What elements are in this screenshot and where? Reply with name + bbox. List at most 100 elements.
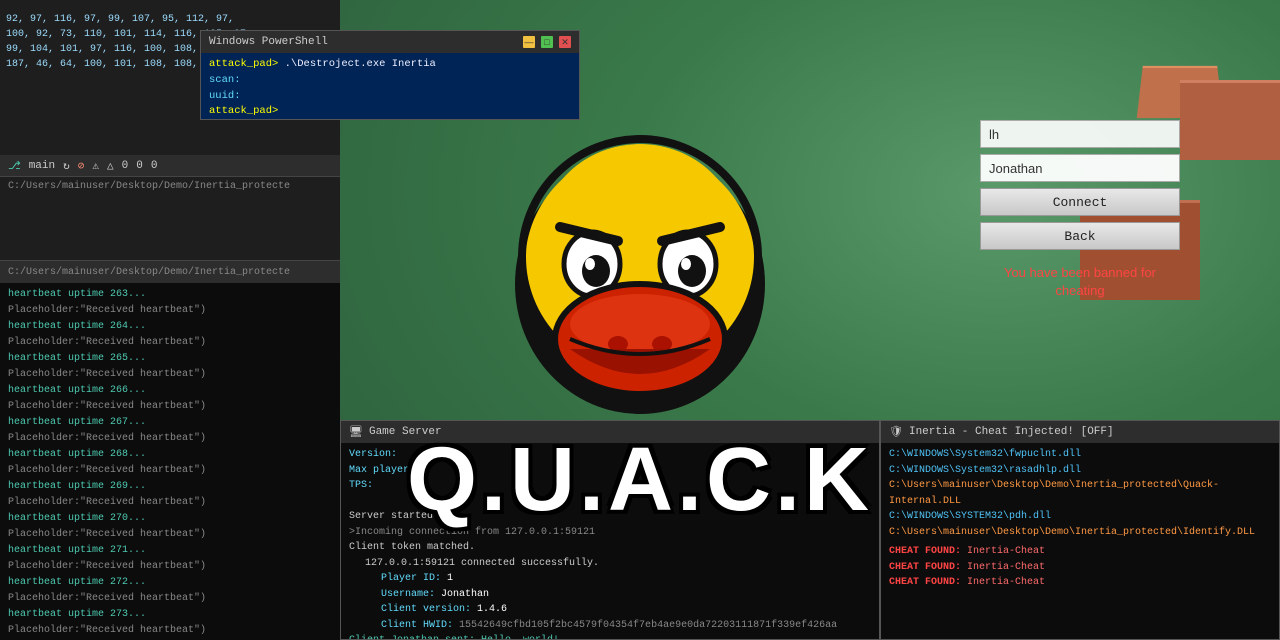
t-line-19: heartbeat uptime 272...	[8, 575, 332, 591]
terminal-header: C:/Users/mainuser/Desktop/Demo/Inertia_p…	[0, 261, 340, 283]
login-ui: Connect Back You have been banned forche…	[980, 120, 1180, 300]
t-line-5: heartbeat uptime 265...	[8, 351, 332, 367]
gs-token: Client token matched.	[349, 540, 871, 556]
t-line-21: heartbeat uptime 273...	[8, 607, 332, 623]
t-line-22: Placeholder:"Received heartbeat")	[8, 623, 332, 639]
ps-prompt-2: attack_pad>	[209, 105, 278, 117]
terminal-content: heartbeat uptime 263... Placeholder:"Rec…	[0, 283, 340, 640]
terminal-bottom-left: C:/Users/mainuser/Desktop/Demo/Inertia_p…	[0, 260, 340, 640]
refresh-icon[interactable]: ↻	[63, 159, 70, 173]
alert-count: △	[107, 159, 114, 173]
gs-hwid: Client HWID: 15542649cfbd105f2bc4579f043…	[349, 618, 871, 634]
gs-maxplayers-label: Max players:	[349, 465, 421, 476]
gs-username-value: Jonathan	[441, 589, 489, 600]
dll-line-1: C:\WINDOWS\System32\fwpuclnt.dll	[889, 447, 1271, 463]
cheat-found-2: CHEAT FOUND: Inertia-Cheat	[889, 560, 1271, 576]
connect-button[interactable]: Connect	[980, 188, 1180, 216]
game-server-terminal: 🖥 Game Server Version: Max players: TPS:…	[340, 420, 880, 640]
vscode-toolbar: ⎇ main ↻ ⊘ ⚠ △ 0 0 0	[0, 155, 340, 177]
cheat-titlebar: 🛡 Inertia - Cheat Injected! [OFF]	[881, 421, 1279, 443]
close-button[interactable]: ✕	[559, 36, 571, 48]
gs-username-label: Username:	[381, 589, 435, 600]
terminal-path: C:/Users/mainuser/Desktop/Demo/Inertia_p…	[8, 267, 290, 278]
zero-warnings: 0	[136, 160, 143, 172]
gs-version-label: Version:	[349, 449, 397, 460]
warning-count: ⚠	[92, 159, 99, 173]
ps-cmd-text: .\Destroject.exe Inertia	[285, 58, 436, 70]
minimize-button[interactable]: —	[523, 36, 535, 48]
ps-uuid-label: uuid:	[209, 90, 241, 102]
gs-title: Game Server	[369, 426, 442, 438]
t-line-20: Placeholder:"Received heartbeat")	[8, 591, 332, 607]
cheat-panel: 🛡 Inertia - Cheat Injected! [OFF] C:\WIN…	[880, 420, 1280, 640]
code-line-1: 92, 97, 116, 97, 99, 107, 95, 112, 97,	[6, 12, 334, 27]
gs-maxplayers: Max players:	[349, 463, 871, 479]
ps-line-4: attack_pad>	[209, 104, 571, 120]
ps-line-2: scan:	[209, 73, 571, 89]
ps-line-3: uuid:	[209, 89, 571, 105]
gs-tps: TPS:	[349, 478, 871, 494]
cheat-found-1: CHEAT FOUND: Inertia-Cheat	[889, 544, 1271, 560]
gs-client-sent: Client Jonathan sent: Hello, world!	[349, 633, 871, 640]
ps-scan-label: scan:	[209, 74, 241, 86]
ps-prompt-1: attack_pad>	[209, 58, 278, 70]
powershell-window: Windows PowerShell — □ ✕ attack_pad> .\D…	[200, 30, 580, 120]
dll-line-4: C:\WINDOWS\SYSTEM32\pdh.dll	[889, 509, 1271, 525]
dll-line-5: C:\Users\mainuser\Desktop\Demo\Inertia_p…	[889, 525, 1271, 541]
gs-hwid-label: Client HWID:	[381, 620, 453, 631]
branch-name: main	[29, 160, 55, 172]
gs-connected: 127.0.0.1:59121 connected successfully.	[349, 556, 871, 572]
powershell-title: Windows PowerShell	[209, 36, 328, 48]
file-path-bar: C:/Users/mainuser/Desktop/Demo/Inertia_p…	[0, 177, 340, 195]
gs-playerid-label: Player ID:	[381, 573, 441, 584]
gs-playerid: Player ID: 1	[349, 571, 871, 587]
server-address-field[interactable]	[980, 120, 1180, 148]
ps-line-1: attack_pad> .\Destroject.exe Inertia	[209, 57, 571, 73]
t-line-15: heartbeat uptime 270...	[8, 511, 332, 527]
gs-username: Username: Jonathan	[349, 587, 871, 603]
platform-2	[1180, 80, 1280, 160]
gs-incoming-text: >Incoming connection from 127.0.0.1:5912…	[349, 527, 595, 538]
t-line-2: Placeholder:"Received heartbeat")	[8, 303, 332, 319]
t-line-14: Placeholder:"Received heartbeat")	[8, 495, 332, 511]
gs-icon: 🖥	[349, 425, 363, 439]
t-line-10: Placeholder:"Received heartbeat")	[8, 431, 332, 447]
cheat-icon: 🛡	[889, 425, 903, 439]
error-count: ⊘	[78, 159, 85, 173]
t-line-7: heartbeat uptime 266...	[8, 383, 332, 399]
t-line-3: heartbeat uptime 264...	[8, 319, 332, 335]
t-line-8: Placeholder:"Received heartbeat")	[8, 399, 332, 415]
cheat-title: Inertia - Cheat Injected! [OFF]	[909, 426, 1114, 438]
username-field[interactable]	[980, 154, 1180, 182]
gs-content: Version: Max players: TPS: Server starte…	[341, 443, 879, 640]
gs-blank	[349, 494, 871, 510]
gs-clientver-label: Client version:	[381, 604, 471, 615]
gs-tps-label: TPS:	[349, 480, 373, 491]
t-line-1: heartbeat uptime 263...	[8, 287, 332, 303]
powershell-content: attack_pad> .\Destroject.exe Inertia sca…	[201, 53, 579, 120]
t-line-9: heartbeat uptime 267...	[8, 415, 332, 431]
gs-version: Version:	[349, 447, 871, 463]
branch-icon: ⎇	[8, 159, 21, 173]
gs-playerid-value: 1	[447, 573, 453, 584]
window-controls: — □ ✕	[523, 36, 571, 48]
zero-errors: 0	[122, 160, 129, 172]
dll-line-2: C:\WINDOWS\System32\rasadhlp.dll	[889, 463, 1271, 479]
gs-hwid-value: 15542649cfbd105f2bc4579f04354f7eb4ae9e0d…	[459, 620, 837, 631]
dll-line-3: C:\Users\mainuser\Desktop\Demo\Inertia_p…	[889, 478, 1271, 509]
gs-clientver: Client version: 1.4.6	[349, 602, 871, 618]
gs-titlebar: 🖥 Game Server	[341, 421, 879, 443]
gs-incoming: >Incoming connection from 127.0.0.1:5912…	[349, 525, 871, 541]
maximize-button[interactable]: □	[541, 36, 553, 48]
t-line-18: Placeholder:"Received heartbeat")	[8, 559, 332, 575]
cheat-found-3: CHEAT FOUND: Inertia-Cheat	[889, 575, 1271, 591]
t-line-4: Placeholder:"Received heartbeat")	[8, 335, 332, 351]
powershell-titlebar: Windows PowerShell — □ ✕	[201, 31, 579, 53]
t-line-13: heartbeat uptime 269...	[8, 479, 332, 495]
back-button[interactable]: Back	[980, 222, 1180, 250]
cheat-content: C:\WINDOWS\System32\fwpuclnt.dll C:\WIND…	[881, 443, 1279, 595]
ban-message: You have been banned forcheating	[980, 264, 1180, 300]
zero-alerts: 0	[151, 160, 158, 172]
file-path-text: C:/Users/mainuser/Desktop/Demo/Inertia_p…	[8, 181, 290, 192]
gs-clientver-value: 1.4.6	[477, 604, 507, 615]
